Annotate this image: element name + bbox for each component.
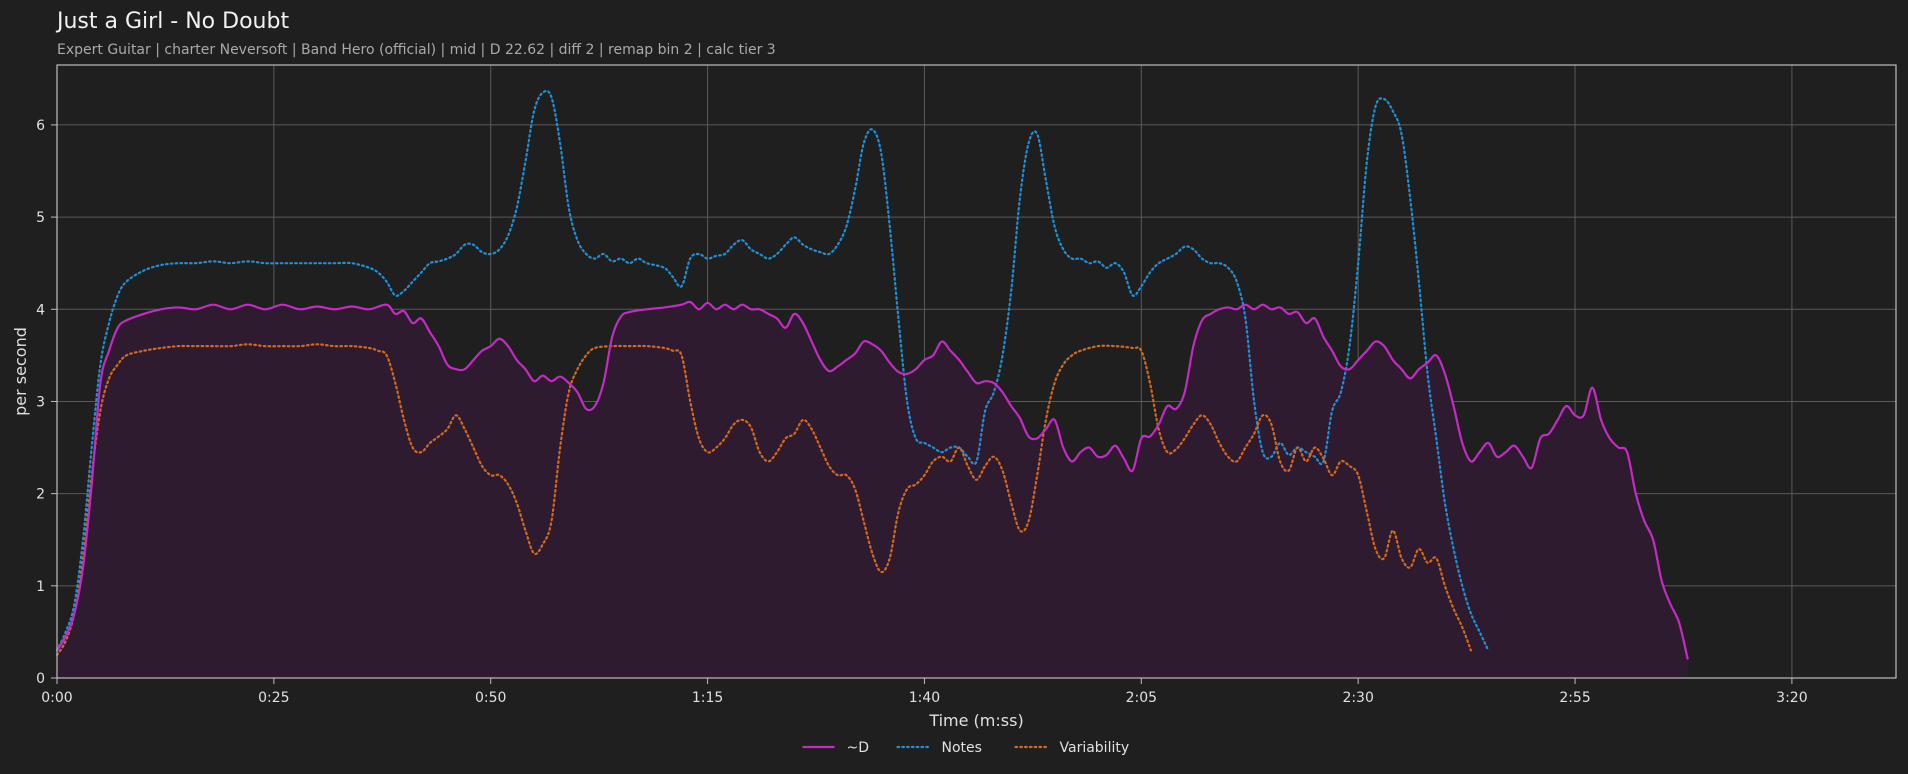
x-tick-label: 2:55	[1559, 690, 1590, 706]
y-tick-label: 3	[36, 394, 45, 410]
legend-label: Variability	[1060, 740, 1130, 756]
y-tick-label: 2	[36, 487, 45, 503]
y-tick-label: 1	[36, 579, 45, 595]
x-axis-label: Time (m:ss)	[928, 711, 1023, 730]
y-axis: 0 1 2 3 4 5 6	[36, 118, 57, 687]
legend-label: Notes	[942, 740, 982, 756]
y-tick-label: 0	[36, 671, 45, 687]
x-tick-label: 2:30	[1342, 690, 1373, 706]
y-tick-label: 6	[36, 118, 45, 134]
chart: Just a Girl - No Doubt Expert Guitar | c…	[11, 9, 1897, 756]
legend: ~D Notes Variability	[802, 740, 1130, 756]
x-tick-label: 1:15	[692, 690, 723, 706]
plot-area	[55, 64, 1897, 679]
x-axis: 0:00 0:25 0:50 1:15 1:40 2:05 2:30 2:55 3:20	[41, 678, 1808, 706]
chart-title: Just a Girl - No Doubt	[55, 9, 289, 34]
x-tick-label: 0:25	[258, 690, 289, 706]
y-tick-label: 5	[36, 210, 45, 226]
legend-label: ~D	[847, 740, 870, 756]
x-tick-label: 2:05	[1126, 690, 1157, 706]
chart-subtitle: Expert Guitar | charter Neversoft | Band…	[57, 42, 776, 58]
y-axis-label: per second	[11, 327, 30, 416]
x-tick-label: 0:00	[41, 690, 72, 706]
x-tick-label: 1:40	[909, 690, 940, 706]
y-tick-label: 4	[36, 302, 45, 318]
x-tick-label: 3:20	[1776, 690, 1807, 706]
x-tick-label: 0:50	[475, 690, 506, 706]
